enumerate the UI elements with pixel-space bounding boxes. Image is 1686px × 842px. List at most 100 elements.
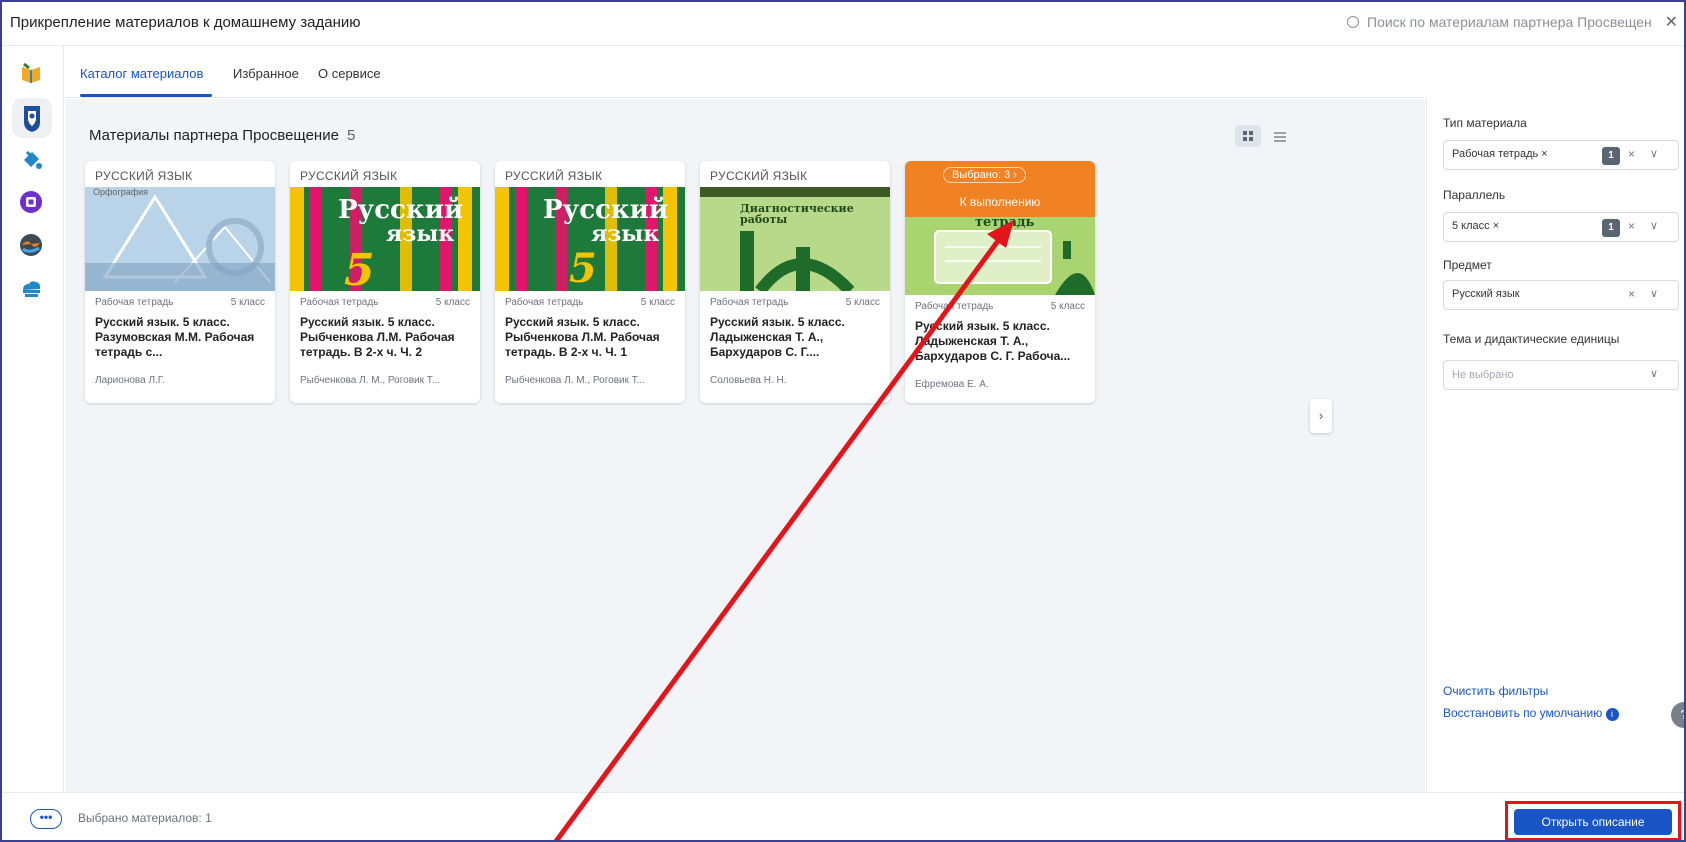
tab-about[interactable]: О сервисе [318,66,381,81]
topic-select[interactable]: Не выбрано ∨ [1443,360,1679,390]
card-cover-image: Русский язык 5 [290,187,480,291]
cloud-library-icon[interactable] [18,275,44,301]
cover-number: 5 [569,245,597,291]
heading-text: Материалы партнера Просвещение [89,127,339,144]
topic-placeholder: Не выбрано [1452,369,1514,381]
cover-heading: Орфография [93,187,149,197]
card-grade: 5 класс [435,297,470,308]
card-meta: Рабочая тетрадь 5 класс [505,297,675,308]
clear-icon[interactable]: × [1628,287,1635,301]
filter-count-badge: 1 [1602,219,1620,237]
material-type-select[interactable]: Рабочая тетрадь × 1 × ∨ [1443,140,1679,170]
card-cover-image: тетрадь Выбрано: 3 › К выполнению [905,161,1095,295]
card-cover-image: Орфография [85,187,275,291]
card-grade: 5 класс [845,297,880,308]
status-label: К выполнению [959,195,1041,209]
chevron-down-icon[interactable]: ∨ [1650,147,1658,160]
dialog-window: Прикрепление материалов к домашнему зада… [0,0,1686,842]
more-options-button[interactable]: ••• [30,809,62,829]
selected-materials-count: Выбрано материалов: 1 [78,811,212,825]
filter-chip[interactable]: 5 класс × [1452,220,1499,232]
card-type: Рабочая тетрадь [915,301,994,312]
tab-favorites[interactable]: Избранное [233,66,299,81]
card-subject: РУССКИЙ ЯЗЫК [710,169,808,183]
list-view-icon[interactable] [1267,125,1293,147]
card-authors: Соловьева Н. Н. [710,375,787,386]
collapse-filters-button[interactable]: › [1310,399,1332,433]
card-grade: 5 класс [1050,301,1085,312]
app-icon[interactable] [18,189,44,215]
rail-item-active[interactable] [12,98,52,138]
filter-label-grade: Параллель [1443,188,1506,202]
cover-title-line2: язык [591,221,660,247]
selected-overlay: Выбрано: 3 › К выполнению [905,161,1095,217]
subject-select[interactable]: Русский язык × ∨ [1443,280,1679,310]
card-authors: Рыбченкова Л. М., Роговик Т... [300,375,441,386]
filter-label-material-type: Тип материала [1443,116,1527,130]
material-card[interactable]: РУССКИЙ ЯЗЫК Диагностические работы Рабо… [700,161,890,403]
card-title: Русский язык. 5 класс. Рыбченкова Л.М. Р… [505,315,660,359]
title-bar: Прикрепление материалов к домашнему зада… [2,2,1684,46]
material-card[interactable]: РУССКИЙ ЯЗЫК Орфография Рабочая тетрадь 5… [85,161,275,403]
chevron-down-icon[interactable]: ∨ [1650,219,1658,232]
material-card[interactable]: РУССКИЙ ЯЗЫК Русский язык 5 Рабочая тетр… [290,161,480,403]
card-subject: РУССКИЙ ЯЗЫК [95,169,193,183]
card-type: Рабочая тетрадь [300,297,379,308]
grid-view-icon[interactable] [1235,125,1261,147]
tab-catalog[interactable]: Каталог материалов [80,66,203,81]
card-authors: Ефремова Е. А. [915,379,989,390]
selected-badge[interactable]: Выбрано: 3 › [943,167,1026,183]
material-card-selected[interactable]: тетрадь Выбрано: 3 › К выполнению Рабоча… [905,161,1095,403]
card-title: Русский язык. 5 класс. Рыбченкова Л.М. Р… [300,315,455,359]
cover-title: Диагностические работы [740,202,854,226]
card-authors: Рыбченкова Л. М., Роговик Т... [505,375,646,386]
book-icon[interactable] [18,60,44,86]
card-type: Рабочая тетрадь [710,297,789,308]
card-meta: Рабочая тетрадь 5 класс [95,297,265,308]
card-type: Рабочая тетрадь [505,297,584,308]
tab-bar: Каталог материалов Избранное О сервисе [64,46,1424,98]
filter-count-badge: 1 [1602,147,1620,165]
clear-filters-link[interactable]: Очистить фильтры [1443,684,1548,698]
clear-icon[interactable]: × [1628,147,1635,161]
paint-bucket-icon[interactable] [18,146,44,172]
footer-bar: ••• Выбрано материалов: 1 Открыть описан… [2,792,1684,840]
search-input[interactable]: Поиск по материалам партнера Просвещен [1347,14,1652,30]
info-icon[interactable]: i [1605,708,1619,721]
chevron-down-icon[interactable]: ∨ [1650,367,1658,380]
card-cover-image: Диагностические работы [700,187,890,291]
page-title: Материалы партнера Просвещение 5 [89,127,355,144]
annotation-highlight-box: Открыть описание [1505,801,1681,840]
card-title: Русский язык. 5 класс. Разумовская М.М. … [95,315,255,359]
card-subject: РУССКИЙ ЯЗЫК [505,169,603,183]
card-subject: РУССКИЙ ЯЗЫК [300,169,398,183]
filter-label-topic: Тема и дидактические единицы [1443,332,1620,346]
restore-defaults-label: Восстановить по умолчанию [1443,706,1603,720]
filter-chip[interactable]: Рабочая тетрадь × [1452,148,1548,160]
open-description-button[interactable]: Открыть описание [1514,809,1672,835]
card-title: Русский язык. 5 класс. Ладыженская Т. А.… [915,319,1071,363]
close-icon[interactable]: ✕ [1665,12,1678,32]
grade-select[interactable]: 5 класс × 1 × ∨ [1443,212,1679,242]
cover-number: 5 [344,245,375,291]
search-placeholder: Поиск по материалам партнера Просвещен [1367,14,1652,30]
card-grade: 5 класс [640,297,675,308]
clear-icon[interactable]: × [1628,219,1635,233]
view-toggle-group [1235,125,1299,152]
cover-title-line2: язык [386,221,455,247]
cover-title: тетрадь [975,215,1035,230]
subject-value: Русский язык [1452,288,1520,300]
shield-icon [24,106,40,132]
app-rail [2,46,64,792]
window-title: Прикрепление материалов к домашнему зада… [10,14,361,31]
card-meta: Рабочая тетрадь 5 класс [710,297,880,308]
filter-panel: Тип материала Рабочая тетрадь × 1 × ∨ Па… [1426,98,1684,792]
restore-defaults-link[interactable]: Восстановить по умолчанию i [1443,706,1619,721]
help-icon[interactable]: ? [1671,702,1684,728]
results-count: 5 [346,127,356,144]
card-authors: Ларионова Л.Г. [95,375,165,386]
catalog-content: Материалы партнера Просвещение 5 РУССКИЙ … [65,99,1425,792]
globe-icon[interactable] [18,232,44,258]
material-card[interactable]: РУССКИЙ ЯЗЫК Русский язык 5 Рабочая тетр… [495,161,685,403]
chevron-down-icon[interactable]: ∨ [1650,287,1658,300]
